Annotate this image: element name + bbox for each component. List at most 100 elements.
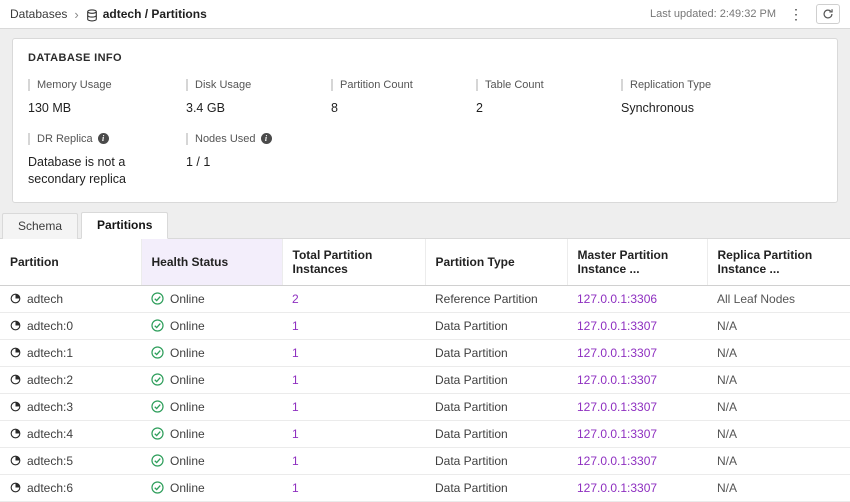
stat-value: Synchronous <box>621 100 808 117</box>
top-bar: Databases › adtech / Partitions Last upd… <box>0 0 850 29</box>
health-status-text: Online <box>170 346 205 360</box>
stat-partition-count: Partition Count 8 <box>331 79 476 117</box>
health-status-text: Online <box>170 427 205 441</box>
partitions-table: Partition Health Status Total Partition … <box>0 239 850 502</box>
partition-name: adtech:3 <box>27 400 73 414</box>
stat-replication-type: Replication Type Synchronous <box>621 79 822 117</box>
kebab-menu-button[interactable]: ⋮ <box>784 5 808 23</box>
master-instance-link[interactable]: 127.0.0.1:3307 <box>577 319 657 333</box>
total-instances-link[interactable]: 1 <box>292 454 299 468</box>
card-title: DATABASE INFO <box>28 52 822 64</box>
online-check-icon <box>151 454 164 467</box>
replica-instance-text: All Leaf Nodes <box>717 292 795 306</box>
stat-label-text: Nodes Used <box>195 133 256 145</box>
partition-type-text: Reference Partition <box>435 292 538 306</box>
partition-icon <box>10 428 21 439</box>
partition-icon <box>10 401 21 412</box>
stat-value: 2 <box>476 100 607 117</box>
partition-name: adtech:2 <box>27 373 73 387</box>
health-status-text: Online <box>170 454 205 468</box>
stat-label: Table Count <box>476 79 607 91</box>
table-row[interactable]: adtech:2 Online 1 Data Partition 127.0.0… <box>0 366 850 393</box>
column-header-total-instances[interactable]: Total Partition Instances <box>282 239 425 286</box>
partition-icon <box>10 347 21 358</box>
column-header-health-status[interactable]: Health Status <box>141 239 282 286</box>
info-icon[interactable]: i <box>261 133 272 144</box>
total-instances-link[interactable]: 2 <box>292 292 299 306</box>
stat-value: 1 / 1 <box>186 154 317 171</box>
online-check-icon <box>151 427 164 440</box>
replica-instance-text: N/A <box>717 400 737 414</box>
column-header-partition-type[interactable]: Partition Type <box>425 239 567 286</box>
health-status-text: Online <box>170 292 205 306</box>
database-icon <box>86 9 98 22</box>
table-row[interactable]: adtech:3 Online 1 Data Partition 127.0.0… <box>0 393 850 420</box>
partition-name: adtech <box>27 292 63 306</box>
table-row[interactable]: adtech:1 Online 1 Data Partition 127.0.0… <box>0 339 850 366</box>
table-row[interactable]: adtech Online 2 Reference Partition 127.… <box>0 285 850 312</box>
stat-label-text: DR Replica <box>37 133 93 145</box>
health-status-text: Online <box>170 481 205 495</box>
breadcrumb-current-page: adtech / Partitions <box>103 7 207 21</box>
partition-type-text: Data Partition <box>435 346 508 360</box>
replica-instance-text: N/A <box>717 319 737 333</box>
stat-label: DR Replica i <box>28 133 172 145</box>
master-instance-link[interactable]: 127.0.0.1:3307 <box>577 346 657 360</box>
stat-label: Replication Type <box>621 79 808 91</box>
stats-row-2: DR Replica i Database is not a secondary… <box>28 133 822 188</box>
partition-icon <box>10 482 21 493</box>
partition-type-text: Data Partition <box>435 319 508 333</box>
partition-type-text: Data Partition <box>435 454 508 468</box>
stats-row-1: Memory Usage 130 MB Disk Usage 3.4 GB Pa… <box>28 79 822 117</box>
table-row[interactable]: adtech:6 Online 1 Data Partition 127.0.0… <box>0 474 850 501</box>
total-instances-link[interactable]: 1 <box>292 373 299 387</box>
partition-type-text: Data Partition <box>435 481 508 495</box>
online-check-icon <box>151 346 164 359</box>
master-instance-link[interactable]: 127.0.0.1:3307 <box>577 427 657 441</box>
last-updated-text: Last updated: 2:49:32 PM <box>650 8 776 20</box>
tab-schema[interactable]: Schema <box>2 213 78 239</box>
total-instances-link[interactable]: 1 <box>292 481 299 495</box>
health-status-text: Online <box>170 319 205 333</box>
refresh-button[interactable] <box>816 4 840 24</box>
online-check-icon <box>151 481 164 494</box>
breadcrumb-databases-link[interactable]: Databases <box>10 7 67 21</box>
health-status-text: Online <box>170 400 205 414</box>
tab-partitions[interactable]: Partitions <box>81 212 168 239</box>
partition-type-text: Data Partition <box>435 373 508 387</box>
stat-nodes-used: Nodes Used i 1 / 1 <box>186 133 331 188</box>
database-info-card: DATABASE INFO Memory Usage 130 MB Disk U… <box>12 38 838 203</box>
total-instances-link[interactable]: 1 <box>292 400 299 414</box>
total-instances-link[interactable]: 1 <box>292 346 299 360</box>
partition-icon <box>10 293 21 304</box>
stat-dr-replica: DR Replica i Database is not a secondary… <box>28 133 186 188</box>
stat-value: 3.4 GB <box>186 100 317 117</box>
partition-icon <box>10 374 21 385</box>
total-instances-link[interactable]: 1 <box>292 319 299 333</box>
master-instance-link[interactable]: 127.0.0.1:3307 <box>577 373 657 387</box>
column-header-master-instance[interactable]: Master Partition Instance ... <box>567 239 707 286</box>
stat-label: Nodes Used i <box>186 133 317 145</box>
master-instance-link[interactable]: 127.0.0.1:3307 <box>577 481 657 495</box>
column-header-partition[interactable]: Partition <box>0 239 141 286</box>
column-header-replica-instance[interactable]: Replica Partition Instance ... <box>707 239 850 286</box>
master-instance-link[interactable]: 127.0.0.1:3307 <box>577 400 657 414</box>
table-header-row: Partition Health Status Total Partition … <box>0 239 850 286</box>
partition-icon <box>10 320 21 331</box>
stat-value: 130 MB <box>28 100 172 117</box>
table-row[interactable]: adtech:0 Online 1 Data Partition 127.0.0… <box>0 312 850 339</box>
table-row[interactable]: adtech:5 Online 1 Data Partition 127.0.0… <box>0 447 850 474</box>
table-row[interactable]: adtech:4 Online 1 Data Partition 127.0.0… <box>0 420 850 447</box>
stat-memory-usage: Memory Usage 130 MB <box>28 79 186 117</box>
online-check-icon <box>151 319 164 332</box>
info-icon[interactable]: i <box>98 133 109 144</box>
refresh-icon <box>822 8 834 20</box>
total-instances-link[interactable]: 1 <box>292 427 299 441</box>
online-check-icon <box>151 400 164 413</box>
replica-instance-text: N/A <box>717 346 737 360</box>
replica-instance-text: N/A <box>717 373 737 387</box>
master-instance-link[interactable]: 127.0.0.1:3306 <box>577 292 657 306</box>
master-instance-link[interactable]: 127.0.0.1:3307 <box>577 454 657 468</box>
replica-instance-text: N/A <box>717 427 737 441</box>
partition-name: adtech:4 <box>27 427 73 441</box>
